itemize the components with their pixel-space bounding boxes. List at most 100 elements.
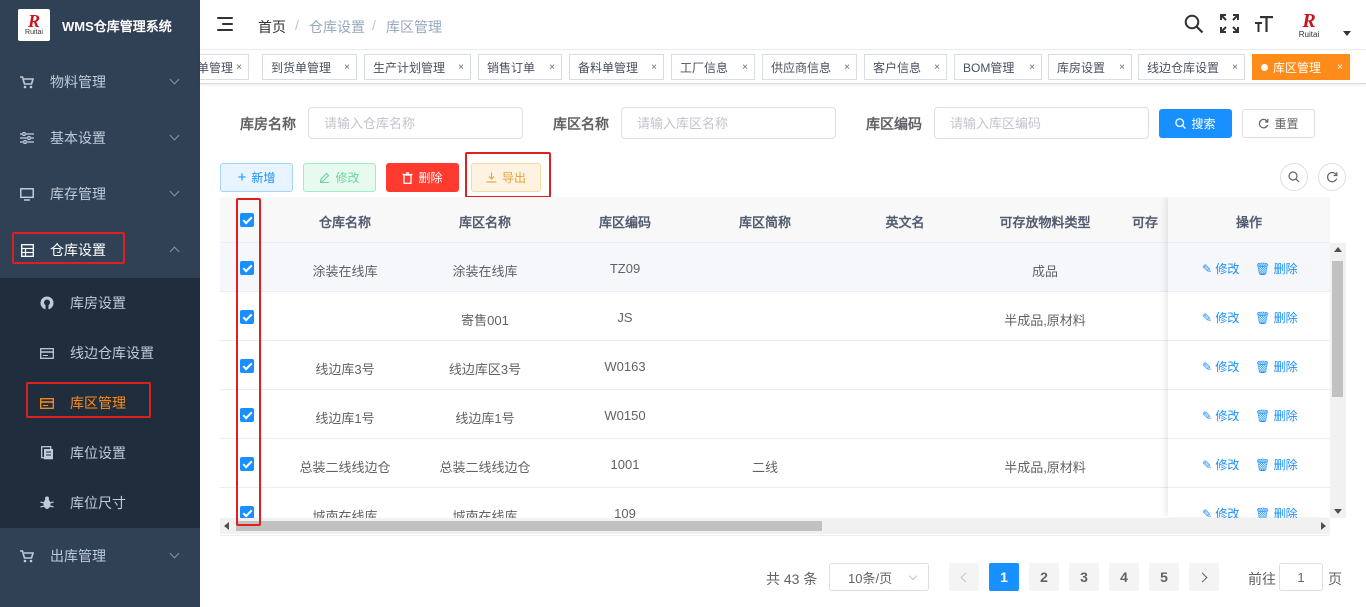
tag-item[interactable]: 工厂信息 × — [671, 54, 755, 80]
close-icon[interactable]: × — [844, 62, 850, 73]
cell-area: 线边库区3号 — [448, 362, 522, 377]
hamburger-icon[interactable] — [217, 16, 235, 32]
tag-label: 备料单管理 — [578, 60, 639, 75]
page-size-select[interactable]: 10条/页 — [829, 563, 929, 591]
toggle-search-button[interactable] — [1280, 163, 1308, 191]
table-row[interactable]: 线边库3号 线边库区3号 W0163 — [220, 341, 1330, 390]
row-delete-label: 删除 — [1273, 262, 1298, 276]
search-button[interactable]: 搜索 — [1159, 109, 1232, 138]
close-icon[interactable]: × — [651, 62, 657, 73]
submenu-item-storehouse[interactable]: 库房设置 — [0, 278, 200, 328]
search-icon[interactable] — [1184, 14, 1204, 39]
tags-view: 单管理 × 到货单管理 × 生产计划管理 × 销售订单 × 备料单管理 × 工厂信息 × 供… — [200, 50, 1366, 84]
close-icon[interactable]: × — [1119, 62, 1125, 73]
row-delete-link[interactable]: 🗑 删除 — [1255, 309, 1298, 326]
goto-page-input[interactable] — [1279, 563, 1323, 591]
logo: R Ruitai — [18, 9, 50, 41]
sidebar-logo[interactable]: R Ruitai WMS仓库管理系统 — [0, 0, 200, 50]
tag-item[interactable]: 库房设置 × — [1048, 54, 1132, 80]
storehouse-name-input[interactable] — [308, 107, 523, 139]
cell-code: 1001 — [610, 457, 640, 472]
search-icon — [1288, 171, 1300, 183]
caret-down-icon[interactable] — [1343, 31, 1351, 36]
tag-item[interactable]: 单管理 × — [200, 54, 249, 80]
row-delete-link[interactable]: 🗑 删除 — [1255, 260, 1298, 277]
row-edit-link[interactable]: ✎ 修改 — [1202, 358, 1239, 375]
close-icon[interactable]: × — [934, 62, 940, 73]
horizontal-scrollbar[interactable] — [220, 518, 1330, 534]
table-row[interactable]: 线边库1号 线边库1号 W0150 — [220, 390, 1330, 439]
row-edit-label: 修改 — [1215, 262, 1240, 276]
tag-item[interactable]: BOM管理 × — [954, 54, 1042, 80]
row-edit-link[interactable]: ✎ 修改 — [1202, 260, 1239, 277]
close-icon[interactable]: × — [344, 62, 350, 73]
avatar[interactable]: R Ruitai — [1294, 10, 1324, 40]
table-row[interactable]: 寄售001 JS 半成品,原材料 — [220, 292, 1330, 341]
tag-item[interactable]: 生产计划管理 × — [364, 54, 471, 80]
row-edit-link[interactable]: ✎ 修改 — [1202, 407, 1239, 424]
close-icon[interactable]: × — [1029, 62, 1035, 73]
cart-icon — [20, 75, 34, 89]
scroll-thumb[interactable] — [1332, 261, 1343, 397]
submenu-item-lineside[interactable]: 线边仓库设置 — [0, 328, 200, 378]
table-row[interactable]: 涂装在线库 涂装在线库 TZ09 成品 — [220, 243, 1330, 292]
column-header: 库区名称 — [458, 215, 511, 230]
page-button[interactable]: 3 — [1069, 563, 1099, 591]
close-icon[interactable]: × — [1337, 62, 1343, 73]
close-icon[interactable]: × — [458, 62, 464, 73]
scroll-thumb[interactable] — [236, 521, 822, 531]
submenu-item-size[interactable]: 库位尺寸 — [0, 478, 200, 528]
row-edit-link[interactable]: ✎ 修改 — [1202, 456, 1239, 473]
area-code-input[interactable] — [934, 107, 1149, 139]
tag-item-active[interactable]: 库区管理 × — [1252, 54, 1350, 80]
highlight-box — [26, 382, 151, 418]
font-size-icon[interactable] — [1254, 14, 1274, 39]
close-icon[interactable]: × — [742, 62, 748, 73]
add-button[interactable]: + 新增 — [220, 163, 293, 192]
refresh-button[interactable] — [1318, 163, 1346, 191]
submenu-item-location[interactable]: 库位设置 — [0, 428, 200, 478]
page-button[interactable]: 5 — [1149, 563, 1179, 591]
page-button[interactable]: 4 — [1109, 563, 1139, 591]
close-icon[interactable]: × — [236, 62, 242, 73]
next-page-button[interactable] — [1189, 563, 1219, 591]
edit-button[interactable]: 修改 — [303, 163, 376, 192]
fullscreen-icon[interactable] — [1220, 14, 1239, 38]
sidebar-menu-basic[interactable]: 基本设置 — [0, 110, 200, 166]
reset-button[interactable]: 重置 — [1242, 109, 1315, 138]
sidebar-menu-material[interactable]: 物料管理 — [0, 54, 200, 110]
close-icon[interactable]: × — [549, 62, 555, 73]
row-edit-link[interactable]: ✎ 修改 — [1202, 309, 1239, 326]
tag-item[interactable]: 到货单管理 × — [262, 54, 357, 80]
tag-item[interactable]: 备料单管理 × — [569, 54, 664, 80]
cell-area: 总装二线线边仓 — [439, 460, 531, 475]
page-button[interactable]: 2 — [1029, 563, 1059, 591]
row-delete-link[interactable]: 🗑 删除 — [1255, 407, 1298, 424]
row-delete-link[interactable]: 🗑 删除 — [1255, 358, 1298, 375]
cell-area: 涂装在线库 — [452, 264, 518, 279]
table-row[interactable]: 总装二线线边仓 总装二线线边仓 1001 二线 半成品,原材料 — [220, 439, 1330, 488]
sidebar-menu-outbound[interactable]: 出库管理 — [0, 528, 200, 584]
breadcrumb-home[interactable]: 首页 — [258, 17, 286, 37]
row-delete-link[interactable]: 🗑 删除 — [1255, 456, 1298, 473]
tag-item[interactable]: 客户信息 × — [864, 54, 947, 80]
close-icon[interactable]: × — [1232, 62, 1238, 73]
prev-page-button[interactable] — [949, 563, 979, 591]
cell-warehouse: 涂装在线库 — [312, 264, 378, 279]
tag-label: 供应商信息 — [771, 60, 832, 75]
table-header: 仓库名称 库区名称 库区编码 库区简称 英文名 可存放物料类型 可存 — [220, 197, 1330, 243]
trash-icon — [402, 171, 413, 184]
submenu-label: 线边仓库设置 — [70, 345, 154, 361]
area-name-input[interactable] — [621, 107, 836, 139]
plus-icon: + — [237, 169, 247, 186]
sidebar-menu-inventory[interactable]: 库存管理 — [0, 166, 200, 222]
page-button[interactable]: 1 — [989, 563, 1019, 591]
tag-item[interactable]: 线边仓库设置 × — [1138, 54, 1245, 80]
tag-item[interactable]: 供应商信息 × — [762, 54, 857, 80]
vertical-scrollbar[interactable] — [1330, 243, 1346, 518]
delete-button[interactable]: 删除 — [386, 163, 459, 192]
tag-label: 工厂信息 — [680, 60, 729, 75]
goto-suffix: 页 — [1328, 571, 1342, 587]
tag-item[interactable]: 销售订单 × — [478, 54, 562, 80]
column-header: 库区编码 — [598, 215, 651, 230]
